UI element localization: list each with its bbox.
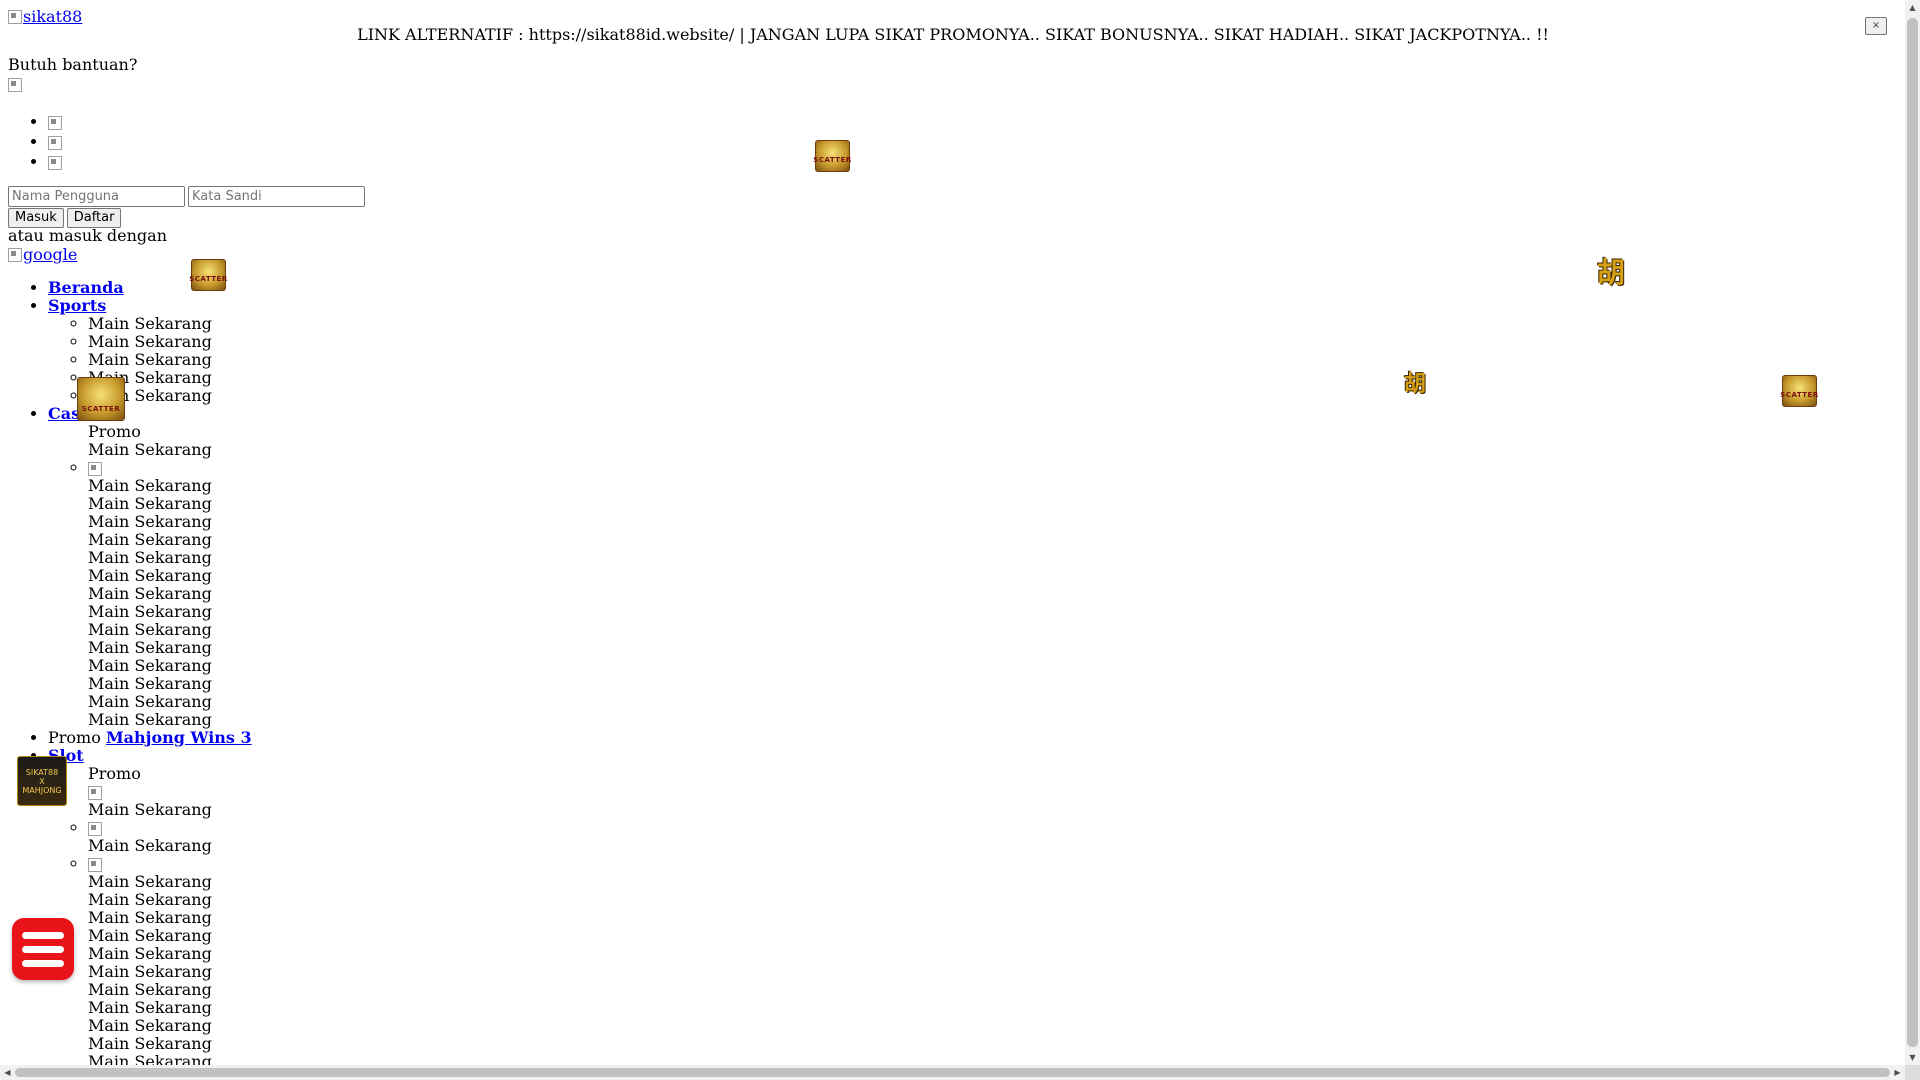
play-now-item[interactable]: Main Sekarang <box>88 657 252 675</box>
close-announcement-button[interactable]: × <box>1865 17 1887 35</box>
broken-image-icon <box>88 857 102 872</box>
play-now-item[interactable]: Main Sekarang <box>88 981 252 999</box>
announcement-marquee: LINK ALTERNATIF : https://sikat88id.webs… <box>357 25 1549 44</box>
alt-login-text: atau masuk dengan <box>8 226 168 245</box>
broken-image-icon <box>8 248 22 262</box>
play-now-item[interactable]: Main Sekarang <box>88 531 252 549</box>
play-now-item[interactable]: Main Sekarang <box>88 963 252 981</box>
hu-symbol: 胡 <box>1596 256 1625 289</box>
broken-image-icon <box>48 115 62 130</box>
broken-image-icon <box>88 821 102 836</box>
vertical-scrollbar[interactable]: ▲ ▼ <box>1905 0 1920 1065</box>
play-now-item[interactable]: Main Sekarang <box>88 819 252 855</box>
social-item[interactable] <box>48 112 62 132</box>
play-now-item[interactable]: Main Sekarang <box>88 783 252 819</box>
scroll-left-icon[interactable]: ◀ <box>0 1065 15 1080</box>
play-now-item[interactable]: Main Sekarang <box>88 567 252 585</box>
play-now-item[interactable]: Main Sekarang <box>88 945 252 963</box>
scroll-right-icon[interactable]: ▶ <box>1890 1065 1905 1080</box>
nav-item-promo: Promo Mahjong Wins 3 <box>48 729 252 747</box>
menu-bar <box>22 931 64 939</box>
play-now-item[interactable]: Main Sekarang <box>88 440 212 459</box>
play-now-item[interactable]: Main Sekarang <box>88 315 252 333</box>
play-now-item[interactable]: Main Sekarang <box>88 909 252 927</box>
scroll-down-icon[interactable]: ▼ <box>1905 1050 1920 1065</box>
play-now-item[interactable]: Main Sekarang <box>88 459 252 495</box>
play-now-item[interactable]: Main Sekarang <box>88 351 252 369</box>
nav-item-home[interactable]: Beranda <box>48 279 252 297</box>
play-now-item[interactable]: Main Sekarang <box>88 603 252 621</box>
casino-submenu: PromoMain Sekarang Main Sekarang Main Se… <box>48 423 252 729</box>
broken-image-icon <box>8 77 22 92</box>
scatter-symbol: SCATTER <box>77 377 125 421</box>
horizontal-scrollbar[interactable]: ◀ ▶ <box>0 1065 1905 1080</box>
play-now-item[interactable]: Main Sekarang <box>88 549 252 567</box>
scatter-symbol: SCATTER <box>1780 375 1818 407</box>
promo-label: PromoMain Sekarang <box>88 422 212 459</box>
play-now-item[interactable]: Main Sekarang <box>88 1017 252 1035</box>
broken-image-icon <box>8 10 22 24</box>
logo[interactable]: sikat88 <box>8 8 82 26</box>
play-now-item[interactable]: Main Sekarang <box>88 333 252 351</box>
play-now-item[interactable]: Main Sekarang <box>88 585 252 603</box>
hu-symbol: 胡 <box>1403 372 1426 397</box>
help-text[interactable]: Butuh bantuan? <box>8 56 137 74</box>
play-now-item[interactable]: Main Sekarang <box>88 855 252 891</box>
username-input[interactable] <box>8 186 185 207</box>
help-image <box>8 75 22 93</box>
logo-link[interactable]: sikat88 <box>23 7 82 26</box>
play-now-item[interactable]: Main Sekarang <box>88 495 252 513</box>
play-now-item[interactable]: Main Sekarang <box>88 513 252 531</box>
play-now-item[interactable]: Main Sekarang <box>88 639 252 657</box>
social-links <box>8 112 62 172</box>
broken-image-icon <box>48 135 62 150</box>
play-now-item[interactable]: Main Sekarang <box>88 621 252 639</box>
login-form <box>8 186 368 207</box>
promo-label: Promo <box>88 764 141 783</box>
play-now-item[interactable]: Main Sekarang <box>88 693 252 711</box>
scroll-up-icon[interactable]: ▲ <box>1905 0 1920 15</box>
social-item[interactable] <box>48 152 62 172</box>
broken-image-icon <box>88 461 102 476</box>
scroll-thumb[interactable] <box>1907 18 1918 1047</box>
play-now-item[interactable]: Main Sekarang <box>88 927 252 945</box>
scatter-symbol: SCATTER <box>813 140 851 172</box>
password-input[interactable] <box>188 186 365 207</box>
menu-bar <box>22 959 64 967</box>
google-login-link[interactable]: google <box>23 245 77 264</box>
google-login[interactable]: google <box>8 246 77 264</box>
play-now-item[interactable]: Main Sekarang <box>88 999 252 1017</box>
menu-bar <box>22 945 64 953</box>
play-now-item[interactable]: Main Sekarang <box>88 675 252 693</box>
slot-submenu: Promo Main Sekarang Main Sekarang Main S… <box>48 765 252 1071</box>
broken-image-icon <box>88 785 102 800</box>
play-now-item[interactable]: Main Sekarang <box>88 891 252 909</box>
mahjong-promo-icon[interactable]: SIKAT88 X MAHJONG <box>17 756 67 806</box>
social-item[interactable] <box>48 132 62 152</box>
broken-image-icon <box>48 155 62 170</box>
play-now-item[interactable]: Main Sekarang <box>88 1035 252 1053</box>
nav-link-sports[interactable]: Sports <box>48 296 106 315</box>
nav-item-slot[interactable]: Slot Promo Main Sekarang Main Sekarang M… <box>48 747 252 1071</box>
nav-item-casino[interactable]: Casino PromoMain Sekarang Main Sekarang … <box>48 405 252 729</box>
register-button[interactable]: Daftar <box>66 207 122 228</box>
scroll-thumb[interactable] <box>15 1068 1890 1077</box>
scrollbar-corner <box>1905 1065 1920 1080</box>
login-button[interactable]: Masuk <box>8 207 64 228</box>
nav-link-home[interactable]: Beranda <box>48 278 124 297</box>
promo-game-link[interactable]: Mahjong Wins 3 <box>106 728 252 747</box>
menu-icon[interactable] <box>12 918 74 980</box>
login-buttons: Masuk Daftar <box>8 207 124 228</box>
play-now-item[interactable]: Main Sekarang <box>88 711 252 729</box>
